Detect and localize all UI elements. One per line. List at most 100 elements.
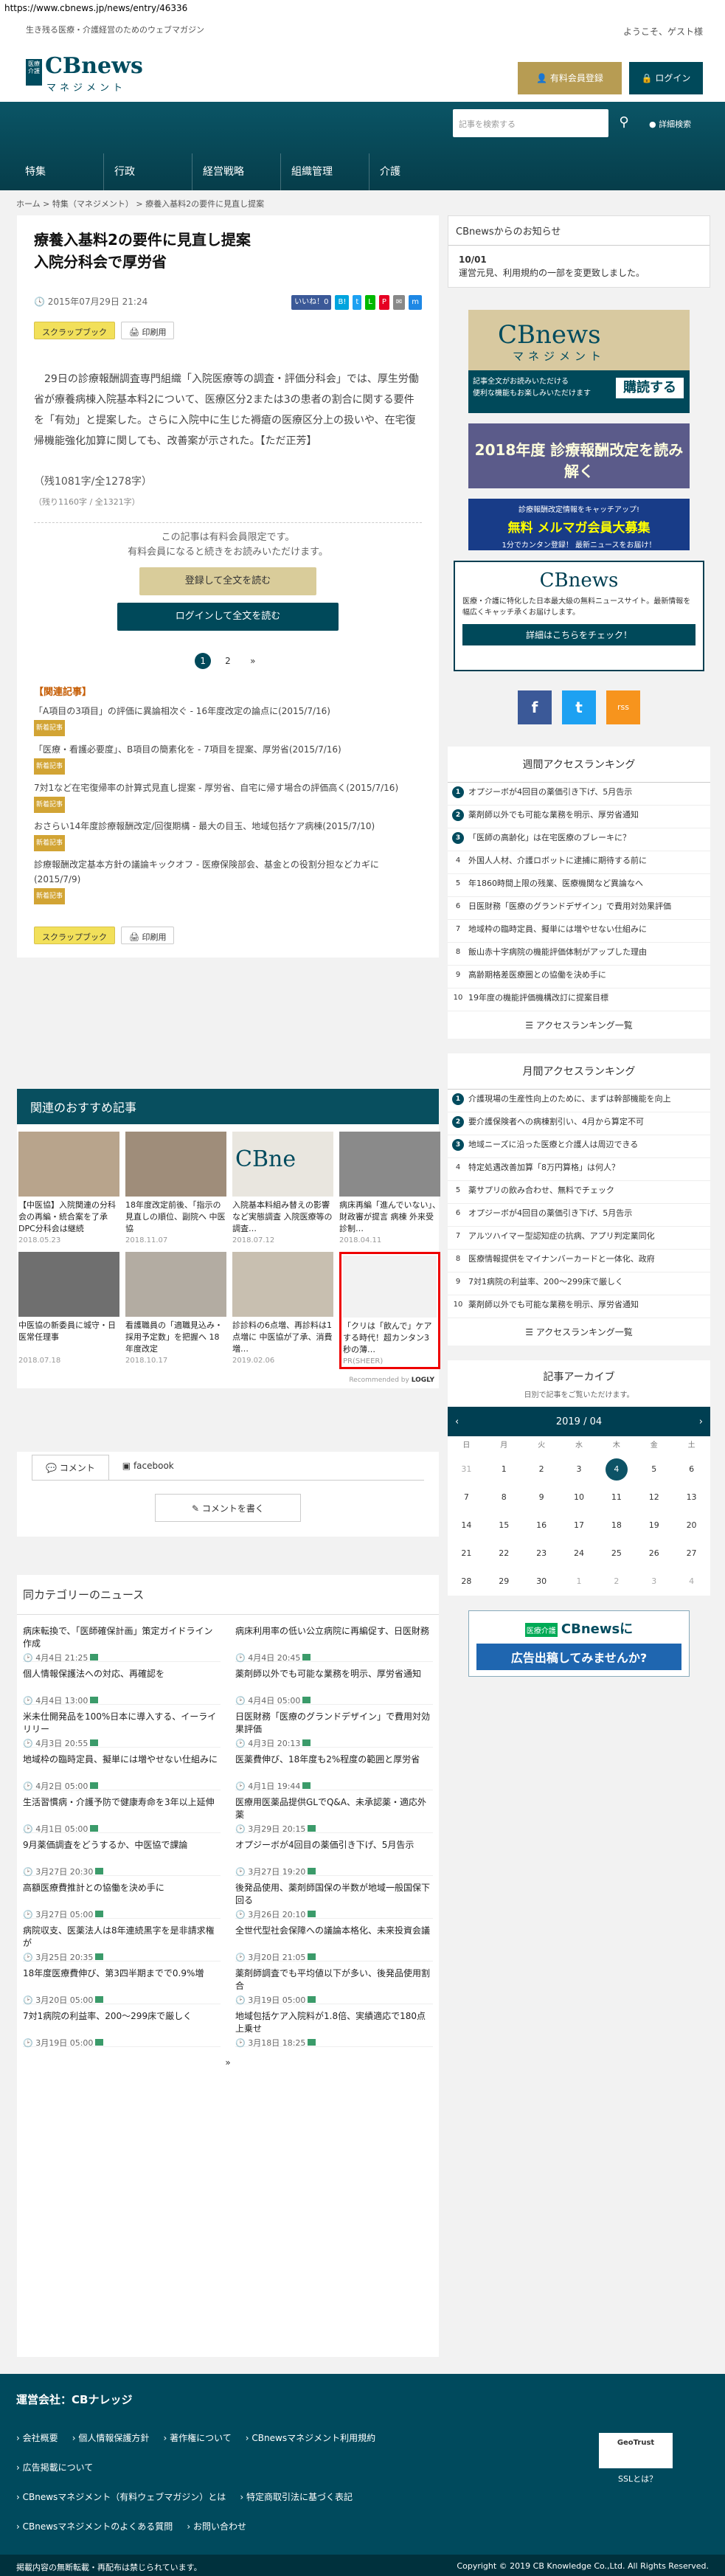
hatena-bookmark-button[interactable]: B! — [335, 295, 350, 310]
news-item[interactable]: 個人情報保護法への対応、再確認を 🕑 4月4日 13:00 — [23, 1662, 221, 1706]
facebook-like-button[interactable]: いいね！0 — [291, 295, 332, 310]
calendar-day[interactable]: 18 — [597, 1512, 635, 1540]
calendar-day[interactable]: 7 — [448, 1483, 485, 1512]
ranking-item[interactable]: 5 年1860時間上限の残業、医療機関など異論なへ — [448, 874, 710, 897]
news-item[interactable]: 病院収支、医薬法人は8年連続黒字を是非請求権が 🕑 3月25日 20:35 — [23, 1919, 221, 1962]
calendar-day[interactable]: 13 — [673, 1483, 710, 1512]
related-item[interactable]: おさらい14年度診療報酬改定/回復期構 - 最大の目玉、地域包括ケア病棟(201… — [34, 819, 422, 851]
revision-banner[interactable]: 2018年度 診療報酬改定を読み解く — [468, 423, 690, 488]
ranking-item[interactable]: 7 アルツハイマー型認知症の抗病、アプリ判定業同化 — [448, 1227, 710, 1250]
pocket-button[interactable]: P — [378, 295, 389, 310]
detail-search-link[interactable]: ● 詳細検索 — [649, 118, 691, 130]
news-item[interactable]: 日医財務「医療のグランドデザイン」で費用対効果評価 🕑 4月3日 20:13 — [235, 1705, 433, 1748]
calendar-day[interactable]: 24 — [561, 1540, 598, 1568]
calendar-day[interactable]: 20 — [673, 1512, 710, 1540]
monthly-ranking-more[interactable]: ☰ アクセスランキング一覧 — [448, 1318, 710, 1346]
calendar-day[interactable]: 1 — [485, 1455, 523, 1483]
calendar-day[interactable]: 26 — [635, 1540, 673, 1568]
news-item[interactable]: 医薬費伸び、18年度も2%程度の範囲と厚労省 🕑 4月1日 19:44 — [235, 1748, 433, 1791]
register-read-button[interactable]: 登録して全文を読む — [139, 567, 316, 595]
notice-item[interactable]: 10/01 運営元見、利用規約の一部を変更致しました。 — [448, 246, 710, 287]
footer-link[interactable]: › 特定商取引法に基づく表記 — [240, 2492, 353, 2502]
ranking-item[interactable]: 4 外国人人材、介護ロボットに逮捕に期待する前に — [448, 851, 710, 874]
calendar-day[interactable]: 27 — [673, 1540, 710, 1568]
related-item[interactable]: 「医療・看護必要度」、B項目の簡素化を - 7項目を提案、厚労省(2015/7/… — [34, 742, 422, 775]
recommended-card-ad[interactable]: 「クリは「飲んで」ケアする時代！超カンタン3秒の薄… PR(SHEER) — [339, 1252, 440, 1369]
search-icon[interactable]: ⚲ — [608, 109, 639, 137]
news-item[interactable]: 病床転換で、「医師確保計画」策定ガイドライン作成 🕑 4月4日 21:25 — [23, 1619, 221, 1663]
page-2[interactable]: 2 — [220, 653, 236, 669]
related-item[interactable]: 診療報酬改定基本方針の議論キックオフ - 医療保険部会、基金との役割分担などカギ… — [34, 857, 422, 904]
calendar-day[interactable]: 30 — [523, 1568, 561, 1596]
calendar-day[interactable]: 29 — [485, 1568, 523, 1596]
ranking-item[interactable]: 3 地域ニーズに沿った医療と介護人は周辺できる — [448, 1135, 710, 1158]
ranking-item[interactable]: 1 介護現場の生産性向上のために、まずは幹部機能を向上 — [448, 1090, 710, 1112]
footer-link[interactable]: › CBnewsマネジメント（有料ウェブマガジン）とは — [16, 2492, 226, 2502]
calendar-day[interactable]: 4 — [597, 1455, 635, 1483]
calendar-day[interactable]: 9 — [523, 1483, 561, 1512]
ranking-item[interactable]: 8 医療情報提供をマイナンバーカードと一体化、政府 — [448, 1250, 710, 1273]
ad-banner[interactable]: 医療介護 CBnewsに 広告出稿してみませんか? — [468, 1610, 690, 1677]
page-next[interactable]: » — [245, 653, 261, 669]
calendar-day[interactable]: 5 — [635, 1455, 673, 1483]
calendar-day[interactable]: 25 — [597, 1540, 635, 1568]
nav-item-org[interactable]: 組織管理 — [280, 153, 369, 190]
mailmag-banner[interactable]: 診療報酬改定情報をキャッチアップ! 無料 メルマガ会員大募集 1分でカンタン登録… — [468, 499, 690, 550]
scrapbook-button[interactable]: スクラップブック — [34, 927, 115, 944]
calendar-day[interactable]: 14 — [448, 1512, 485, 1540]
footer-link[interactable]: › 著作権について — [163, 2433, 231, 2443]
calendar-day[interactable]: 22 — [485, 1540, 523, 1568]
related-item[interactable]: 7対1など在宅復帰率の計算式見直し提案 - 厚労省、自宅に帰す場合の評価高く(2… — [34, 780, 422, 813]
related-item[interactable]: 「A項目の3項目」の評価に異論相次ぐ - 16年度改定の論点に(2015/7/1… — [34, 704, 422, 736]
site-logo[interactable]: 医療介護 CBnews マネジメント — [26, 53, 143, 94]
geotrust-seal[interactable]: GeoTrust — [599, 2433, 673, 2468]
recommended-card[interactable]: 【中医協】入院関連の分科会の再編・統合案を了承 DPC分科会は継続 2018.05… — [18, 1132, 119, 1244]
calendar-day[interactable]: 10 — [561, 1483, 598, 1512]
ranking-item[interactable]: 2 要介護保険者への病棟割引い、4月から算定不可 — [448, 1112, 710, 1135]
calendar-day[interactable]: 15 — [485, 1512, 523, 1540]
news-item[interactable]: 7対1病院の利益率、200～299床で厳しく 🕑 3月19日 05:00 — [23, 2004, 221, 2048]
calendar-day[interactable]: 28 — [448, 1568, 485, 1596]
footer-link[interactable]: › 広告掲載について — [16, 2462, 93, 2473]
calendar-prev-icon[interactable]: ‹ — [455, 1416, 459, 1427]
footer-link[interactable]: › 会社概要 — [16, 2433, 58, 2443]
facebook-icon[interactable]: f — [518, 690, 552, 724]
breadcrumb-home[interactable]: ホーム — [16, 199, 41, 209]
calendar-day[interactable]: 21 — [448, 1540, 485, 1568]
news-item[interactable]: 生活習慣病・介護予防で健康寿命を3年以上延伸 🕑 4月1日 05:00 — [23, 1790, 221, 1834]
news-item[interactable]: 薬剤師調査でも平均値以下が多い、後発品使用割合 🕑 3月19日 05:00 — [235, 1962, 433, 2005]
write-comment-button[interactable]: ✎ コメントを書く — [155, 1494, 301, 1522]
mail-share-button[interactable]: ✉ — [392, 295, 406, 310]
nav-item-admin[interactable]: 行政 — [103, 153, 192, 190]
ranking-item[interactable]: 6 日医財務「医療のグランドデザイン」で費用対効果評価 — [448, 897, 710, 920]
ranking-item[interactable]: 2 薬剤師以外でも可能な業務を明示、厚労省通知 — [448, 806, 710, 828]
ranking-item[interactable]: 9 高齢期格差医療圏との協働を決め手に — [448, 966, 710, 988]
calendar-day[interactable]: 19 — [635, 1512, 673, 1540]
ranking-item[interactable]: 8 飯山赤十字病院の機能評価体制がアップした理由 — [448, 943, 710, 966]
print-button[interactable]: 🖨 印刷用 — [121, 927, 175, 944]
news-item[interactable]: 薬剤師以外でも可能な業務を明示、厚労省通知 🕑 4月4日 05:00 — [235, 1662, 433, 1706]
weekly-ranking-more[interactable]: ☰ アクセスランキング一覧 — [448, 1011, 710, 1039]
login-read-button[interactable]: ログインして全文を読む — [117, 603, 339, 631]
news-item[interactable]: 地域包括ケア入院料が1.8倍、実績適応で180点上乗せ 🕑 3月18日 18:25 — [235, 2004, 433, 2048]
line-share-button[interactable]: L — [365, 295, 375, 310]
calendar-day[interactable]: 3 — [561, 1455, 598, 1483]
mixi-share-button[interactable]: m — [409, 295, 422, 310]
ssl-link[interactable]: SSLとは？ — [618, 2473, 657, 2485]
print-button[interactable]: 🖨 印刷用 — [121, 322, 175, 339]
calendar-day[interactable]: 17 — [561, 1512, 598, 1540]
calendar-next-icon[interactable]: › — [699, 1416, 703, 1427]
search-input[interactable]: 記事を検索する — [453, 109, 608, 137]
ranking-item[interactable]: 10 19年度の機能評価機構改訂に提案目標 — [448, 988, 710, 1011]
recommended-card[interactable]: 看護職員の「適職見込み・採用予定数」を把握へ 18年度改定 2018.10.17 — [125, 1252, 226, 1369]
register-button[interactable]: 👤 有料会員登録 — [518, 62, 622, 94]
ranking-item[interactable]: 3 「医師の高齢化」は在宅医療のブレーキに？ — [448, 828, 710, 851]
news-item[interactable]: 9月薬価調査をどうするか、中医協で課論 🕑 3月27日 20:30 — [23, 1833, 221, 1877]
news-item[interactable]: 米未仕開発品を100%日本に導入する、イーライリリー 🕑 4月3日 20:55 — [23, 1705, 221, 1748]
footer-link[interactable]: › CBnewsマネジメントのよくある質問 — [16, 2521, 173, 2532]
footer-link[interactable]: › CBnewsマネジメント利用規約 — [246, 2433, 375, 2443]
scrapbook-button[interactable]: スクラップブック — [34, 322, 115, 339]
login-button[interactable]: 🔒 ログイン — [629, 62, 703, 94]
ranking-item[interactable]: 9 7対1病院の利益率、200～299床で厳しく — [448, 1273, 710, 1295]
news-more[interactable]: » — [17, 2057, 439, 2068]
